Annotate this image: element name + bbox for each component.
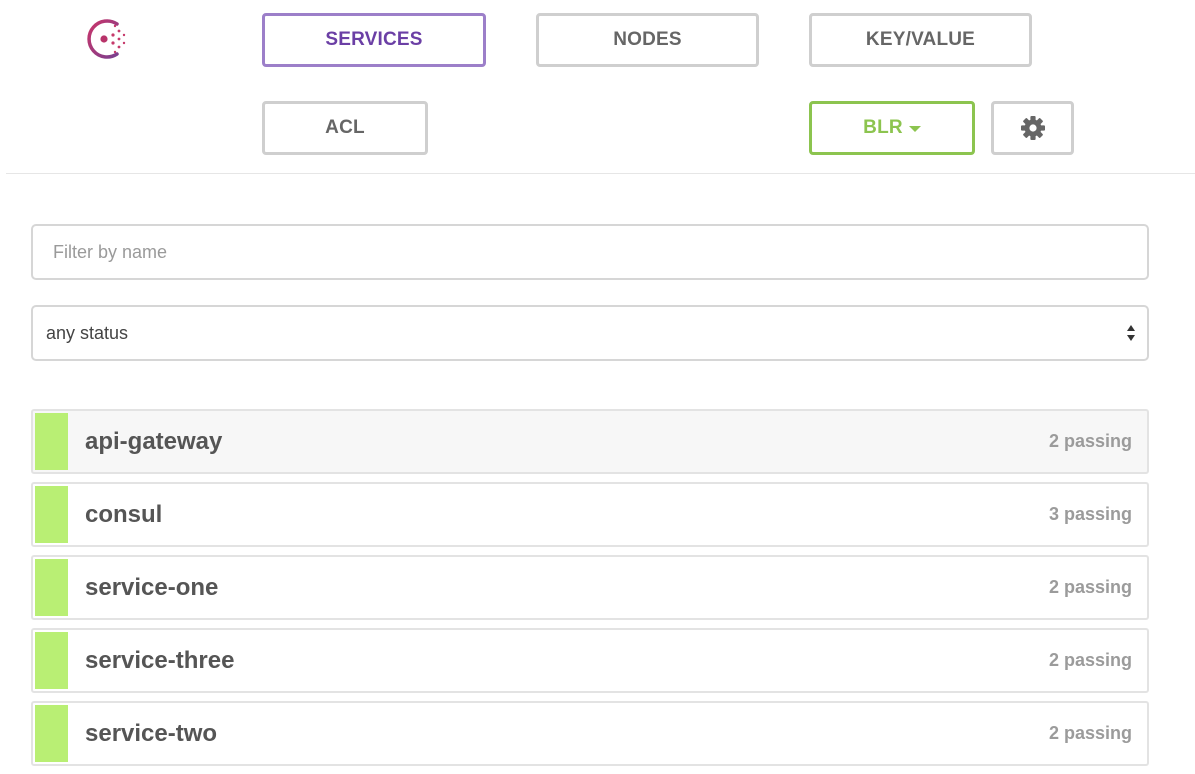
passing-status-indicator <box>35 413 68 470</box>
service-checks-count: 2 passing <box>1048 723 1132 743</box>
service-checks-count: 3 passing <box>1048 504 1132 524</box>
nav-key-value-button[interactable]: KEY/VALUE <box>809 13 1032 67</box>
nav-key-value-label: KEY/VALUE <box>865 29 976 50</box>
filter-by-name-input[interactable] <box>31 224 1149 280</box>
passing-status-indicator <box>35 705 68 762</box>
nav-services-label: SERVICES <box>325 29 423 50</box>
passing-status-indicator <box>35 486 68 543</box>
datacenter-label: BLR <box>863 117 903 138</box>
nav-acl-label: ACL <box>325 117 365 138</box>
services-list: api-gateway 2 passing consul 3 passing s… <box>31 409 1149 774</box>
service-row-service-three[interactable]: service-three 2 passing <box>31 628 1149 693</box>
service-row-consul[interactable]: consul 3 passing <box>31 482 1149 547</box>
header-divider <box>6 173 1195 174</box>
select-arrows-icon <box>1126 324 1136 342</box>
datacenter-dropdown-button[interactable]: BLR <box>809 101 975 155</box>
service-name: consul <box>85 500 163 528</box>
status-filter-selected-value: any status <box>46 322 129 343</box>
service-row-service-one[interactable]: service-one 2 passing <box>31 555 1149 620</box>
service-name: service-three <box>85 646 235 674</box>
service-name: service-one <box>85 573 219 601</box>
service-checks-count: 2 passing <box>1048 577 1132 597</box>
service-checks-count: 2 passing <box>1048 431 1132 451</box>
consul-logo-icon[interactable] <box>79 13 133 65</box>
gear-icon <box>1019 114 1047 142</box>
nav-services-button[interactable]: SERVICES <box>262 13 486 67</box>
status-filter-select[interactable]: any status <box>31 305 1149 361</box>
nav-nodes-label: NODES <box>613 29 682 50</box>
nav-nodes-button[interactable]: NODES <box>536 13 759 67</box>
service-row-api-gateway[interactable]: api-gateway 2 passing <box>31 409 1149 474</box>
service-checks-count: 2 passing <box>1048 650 1132 670</box>
service-name: api-gateway <box>85 427 223 455</box>
service-row-service-two[interactable]: service-two 2 passing <box>31 701 1149 766</box>
settings-button[interactable] <box>991 101 1074 155</box>
passing-status-indicator <box>35 559 68 616</box>
service-name: service-two <box>85 719 218 747</box>
caret-down-icon <box>908 126 921 132</box>
nav-acl-button[interactable]: ACL <box>262 101 428 155</box>
passing-status-indicator <box>35 632 68 689</box>
